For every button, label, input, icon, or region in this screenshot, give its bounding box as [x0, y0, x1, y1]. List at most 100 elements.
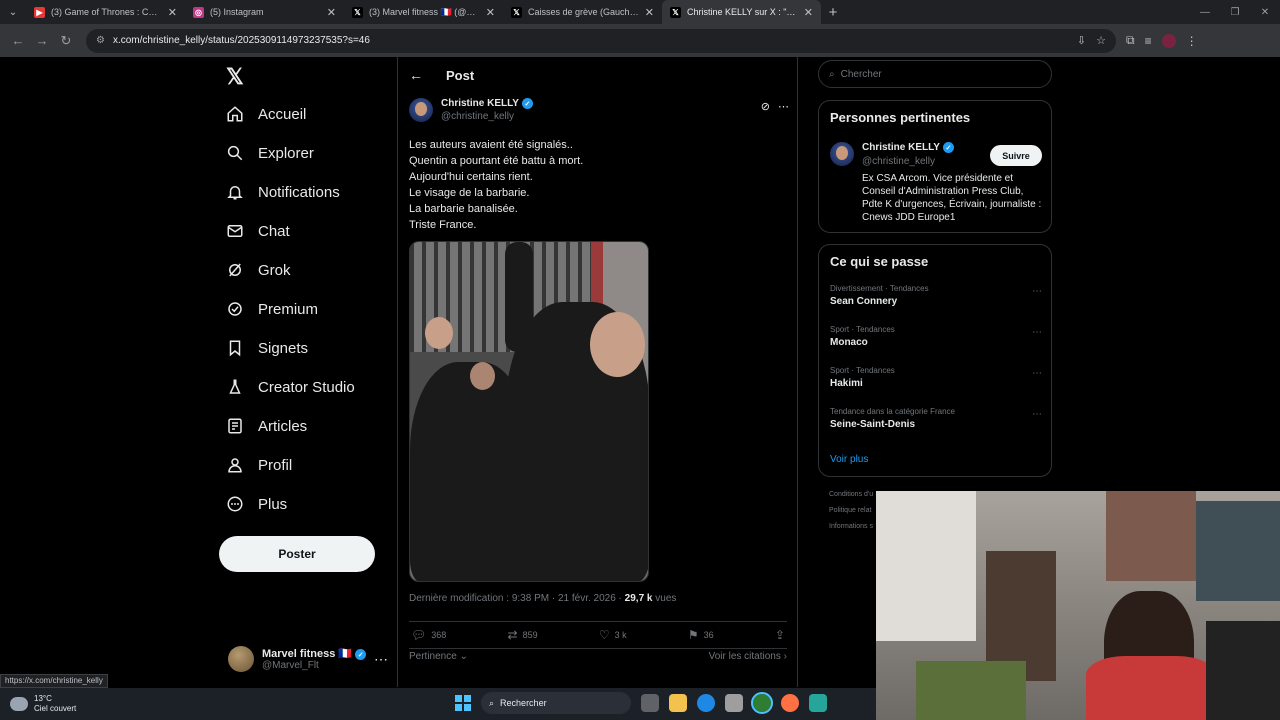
media-icon[interactable]: ≡ — [1145, 34, 1152, 48]
menu-icon[interactable]: ⋮ — [1186, 34, 1198, 48]
chevron-right-icon: › — [783, 651, 787, 662]
more-icon[interactable]: ⋯ — [1032, 286, 1042, 297]
trend-category: Tendance dans la catégorie France — [830, 407, 955, 416]
close-icon[interactable]: ✕ — [168, 6, 177, 19]
trend-item[interactable]: Divertissement · Tendances Sean Connery … — [830, 284, 1042, 307]
chrome-icon[interactable] — [751, 692, 773, 714]
author-name[interactable]: Christine KELLY — [441, 98, 519, 109]
trend-name: Seine-Saint-Denis — [830, 419, 916, 430]
edge-icon[interactable] — [697, 694, 715, 712]
nav-label: Notifications — [258, 183, 340, 201]
chevron-down-icon: ⌄ — [459, 651, 468, 662]
nav-item-profil[interactable]: Profil — [226, 447, 292, 483]
reply-button[interactable]: 💬︎ 368 — [411, 628, 446, 642]
footer-link[interactable]: Politique relat — [829, 507, 871, 514]
forward-icon[interactable]: → — [30, 33, 54, 48]
webcam-shirt — [1086, 656, 1216, 720]
repost-button[interactable]: ⇄ 859 — [508, 628, 538, 642]
weather-widget[interactable]: 13°C Ciel couvert — [10, 694, 76, 714]
windows-start-icon[interactable] — [455, 695, 471, 711]
star-icon[interactable]: ☆ — [1096, 34, 1106, 47]
nav-item-signets[interactable]: Signets — [226, 330, 308, 366]
tab-search-icon[interactable]: ⌄ — [0, 0, 26, 24]
url-field[interactable]: ⚙ x.com/christine_kelly/status/202530911… — [86, 28, 1116, 53]
browser-tab-2[interactable]: ◎ (5) Instagram ✕ — [185, 0, 344, 24]
more-icon[interactable]: ⋯ — [778, 100, 789, 113]
trend-item[interactable]: Sport · Tendances Hakimi ⋯ — [830, 366, 1042, 389]
footer-link[interactable]: Conditions d'u — [829, 491, 873, 498]
views-label: vues — [652, 593, 677, 604]
maximize-icon[interactable]: ❐ — [1220, 7, 1250, 18]
trend-item[interactable]: Tendance dans la catégorie France Seine-… — [830, 407, 1042, 430]
webcam-overlay — [876, 491, 1280, 720]
post-author: Christine KELLY ✓ @christine_kelly ⊘ ⋯ — [409, 98, 789, 128]
post-image[interactable] — [409, 241, 649, 582]
card-title: Personnes pertinentes — [830, 110, 971, 125]
avatar[interactable] — [830, 142, 854, 166]
avatar[interactable] — [409, 98, 433, 122]
nav-item-chat[interactable]: Chat — [226, 213, 290, 249]
nav-item-explorer[interactable]: Explorer — [226, 135, 314, 171]
nav-item-creator-studio[interactable]: Creator Studio — [226, 369, 355, 405]
close-icon[interactable]: ✕ — [486, 6, 495, 19]
page-title: Post — [446, 67, 475, 83]
account-switcher[interactable]: Marvel fitness 🇫🇷 ✓ @Marvel_Flt ⋯ — [228, 643, 388, 675]
x-logo-icon[interactable]: 𝕏 — [226, 64, 248, 89]
site-info-icon[interactable]: ⚙ — [96, 35, 105, 46]
grok-icon[interactable]: ⊘ — [761, 100, 770, 113]
reload-icon[interactable]: ↻ — [54, 33, 78, 49]
taskbar-search[interactable]: ⌕ Rechercher — [481, 692, 631, 714]
url-text[interactable]: x.com/christine_kelly/status/20253091149… — [113, 35, 1067, 46]
post-button[interactable]: Poster — [219, 536, 375, 572]
task-view-icon[interactable] — [641, 694, 659, 712]
profile-avatar[interactable] — [1161, 33, 1176, 48]
bookmark-button[interactable]: ⚑ 36 — [688, 628, 714, 642]
nav-item-plus[interactable]: Plus — [226, 486, 287, 522]
repost-count: 859 — [522, 630, 538, 640]
taskbar: 13°C Ciel couvert ⌕ Rechercher — [0, 688, 876, 720]
more-icon[interactable]: ⋯ — [374, 651, 388, 668]
nav-item-grok[interactable]: Grok — [226, 252, 291, 288]
browser-tab-5[interactable]: 𝕏 Christine KELLY sur X : "Les aut ✕ — [662, 0, 821, 24]
nav-item-premium[interactable]: Premium — [226, 291, 318, 327]
firefox-icon[interactable] — [781, 694, 799, 712]
post-text-line: Aujourd'hui certains rient. — [409, 171, 533, 183]
extensions-icon[interactable]: ⧉ — [1126, 33, 1135, 48]
app-icon[interactable] — [809, 694, 827, 712]
post-actions: 💬︎ 368 ⇄ 859 ♡ 3 k ⚑ 36 ⇪ — [409, 621, 787, 649]
minimize-icon[interactable]: — — [1190, 7, 1220, 18]
nav-item-accueil[interactable]: Accueil — [226, 96, 306, 132]
close-icon[interactable]: ✕ — [804, 6, 813, 19]
file-explorer-icon[interactable] — [669, 694, 687, 712]
back-arrow-icon[interactable]: ← — [409, 67, 423, 83]
share-button[interactable]: ⇪ — [775, 628, 785, 642]
nav-item-notifications[interactable]: Notifications — [226, 174, 340, 210]
post-timestamp[interactable]: Dernière modification : 9:38 PM · 21 fév… — [409, 593, 625, 604]
browser-tab-1[interactable]: ▶ (3) Game of Thrones : Chronolo ✕ — [26, 0, 185, 24]
browser-tab-3[interactable]: 𝕏 (3) Marvel fitness 🇫🇷 (@Marvel_ ✕ — [344, 0, 503, 24]
browser-tab-4[interactable]: 𝕏 Caisses de grève (Gauche Gaza ✕ — [503, 0, 662, 24]
post-text: Les auteurs avaient été signalés.. Quent… — [409, 137, 789, 233]
search-input[interactable]: ⌕ Chercher — [818, 60, 1052, 88]
like-button[interactable]: ♡ 3 k — [599, 628, 627, 642]
close-icon[interactable]: ✕ — [327, 6, 336, 19]
close-icon[interactable]: ✕ — [645, 6, 654, 19]
footer-link[interactable]: Informations s — [829, 523, 873, 530]
nav-item-articles[interactable]: Articles — [226, 408, 307, 444]
more-icon[interactable]: ⋯ — [1032, 327, 1042, 338]
install-icon[interactable]: ⇩ — [1077, 34, 1086, 47]
view-quotes-link[interactable]: Voir les citations › — [709, 651, 787, 662]
close-window-icon[interactable]: ✕ — [1250, 7, 1280, 18]
more-icon[interactable]: ⋯ — [1032, 409, 1042, 420]
follow-button[interactable]: Suivre — [990, 145, 1042, 166]
new-tab-icon[interactable]: + — [821, 4, 845, 21]
sort-dropdown[interactable]: Pertinence ⌄ — [409, 651, 468, 662]
more-icon[interactable]: ⋯ — [1032, 368, 1042, 379]
show-more-link[interactable]: Voir plus — [830, 454, 868, 465]
trend-item[interactable]: Sport · Tendances Monaco ⋯ — [830, 325, 1042, 348]
person-name[interactable]: Christine KELLY — [862, 142, 940, 153]
nav-label: Articles — [258, 417, 308, 435]
author-handle[interactable]: @christine_kelly — [441, 111, 533, 122]
back-icon[interactable]: ← — [6, 33, 30, 48]
store-icon[interactable] — [725, 694, 743, 712]
